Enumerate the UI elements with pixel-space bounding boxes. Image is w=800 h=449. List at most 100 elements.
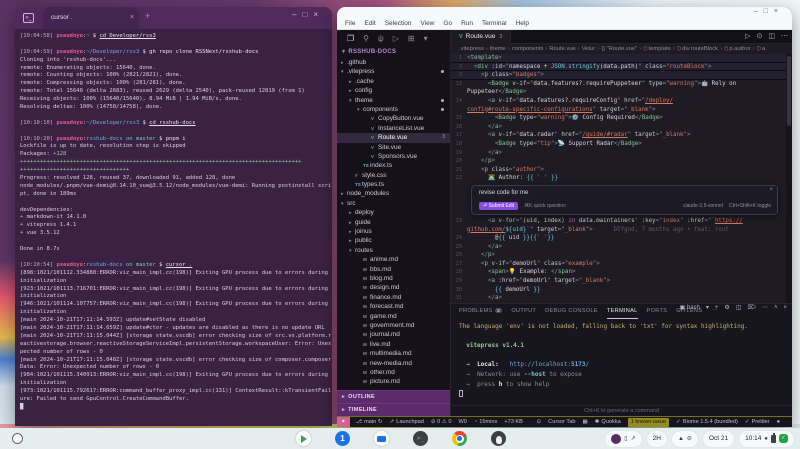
tree-item-copybutton.vue[interactable]: VCopyButton.vue <box>337 114 450 123</box>
breadcrumb-item[interactable]: theme <box>490 46 506 52</box>
tree-item-bbs.md[interactable]: Mbbs.md <box>337 265 450 274</box>
menu-run[interactable]: Run <box>461 20 473 27</box>
breadcrumb-item[interactable]: components <box>512 46 544 52</box>
code-editor[interactable]: 1<template>2 <div :id="namespace + JSON.… <box>451 54 792 303</box>
tree-item-style.css[interactable]: #style.css <box>337 171 450 180</box>
tree-item-journal.md[interactable]: Mjournal.md <box>337 330 450 339</box>
1password-icon[interactable]: 1 <box>335 431 350 446</box>
maximize-button[interactable]: □ <box>302 10 313 19</box>
more-actions-icon[interactable]: ⋯ <box>781 33 788 40</box>
tree-item-routes[interactable]: ▾routes <box>337 246 450 255</box>
explorer-icon[interactable]: ❐ <box>347 34 354 43</box>
wakatime-item[interactable]: ◔15mins <box>474 419 497 425</box>
vscode-window-controls[interactable]: –□× <box>754 8 784 15</box>
integrated-terminal[interactable]: The language 'env' is not loaded, fallin… <box>459 322 784 404</box>
model-selector[interactable]: claude-3.5-sonnet <box>683 203 723 209</box>
w0-item[interactable]: W0 <box>458 419 466 425</box>
tree-item-.cache[interactable]: ▸.cache <box>337 77 450 86</box>
tree-item-deploy[interactable]: ▸deploy <box>337 208 450 217</box>
panel-tab-debug-console[interactable]: DEBUG CONSOLE <box>545 305 598 318</box>
maximize-panel-icon[interactable]: ˄ <box>774 305 778 311</box>
linux-penguin-icon[interactable] <box>491 431 506 446</box>
breadcrumb-item[interactable]: .vitepress <box>459 46 484 52</box>
minimize-button[interactable]: – <box>754 8 764 15</box>
capture-dnd-pill[interactable]: ▲ ⊘ <box>672 431 698 447</box>
gear-icon[interactable]: ⚙ <box>724 305 729 311</box>
launcher-button[interactable] <box>12 433 23 444</box>
phone-hub-pill[interactable]: ▯ ↗ <box>605 431 641 447</box>
breadcrumb-item[interactable]: Vetur <box>582 46 596 52</box>
size-item[interactable]: +73 KB <box>504 419 523 425</box>
mic-icon[interactable]: ⊙ <box>536 419 541 425</box>
tree-item-new-media.md[interactable]: Mnew-media.md <box>337 359 450 368</box>
tree-item-anime.md[interactable]: Manime.md <box>337 255 450 264</box>
biome-item[interactable]: ✓Biome 1.5.4 (bundled) <box>676 419 738 425</box>
menu-selection[interactable]: Selection <box>385 20 412 27</box>
tree-item-index.ts[interactable]: TSindex.ts <box>337 161 450 170</box>
shell-dropdown-icon[interactable]: ▾ <box>706 305 709 311</box>
search-icon[interactable]: ⚲ <box>363 34 369 43</box>
tree-item-finance.md[interactable]: Mfinance.md <box>337 293 450 302</box>
breadcrumb-item[interactable]: p.author <box>729 46 750 52</box>
tree-item-.vitepress[interactable]: ▾.vitepress <box>337 67 450 76</box>
tree-item-site.vue[interactable]: VSite.vue <box>337 143 450 152</box>
kill-terminal-icon[interactable]: ⌦ <box>747 305 755 311</box>
quick-question-label[interactable]: ⌘K quick question <box>524 203 566 209</box>
date-pill[interactable]: Oct 21 <box>703 431 734 447</box>
breadcrumb-item[interactable]: a <box>762 46 765 52</box>
terminal-output[interactable]: [10:04:58] pseudoyu:~ $ cd Developer/rss… <box>15 29 332 426</box>
grid-icon[interactable]: ▦ <box>582 419 587 425</box>
panel-tab-output[interactable]: OUTPUT <box>511 305 536 318</box>
extensions-icon[interactable]: ⊞ <box>408 34 415 43</box>
breadcrumb-item[interactable]: Route.vue <box>549 46 575 52</box>
terminal-titlebar[interactable]: >_ cursor . × + –□× <box>15 7 332 29</box>
run-button[interactable]: ▷ <box>745 33 750 40</box>
breadcrumb-item[interactable]: template <box>649 46 671 52</box>
status-area-pill[interactable]: 10:14 ● ✓ <box>739 431 794 447</box>
maximize-button[interactable]: □ <box>764 8 774 15</box>
tree-item-sponsors.vue[interactable]: VSponsors.vue <box>337 152 450 161</box>
terminal-app-icon[interactable]: >_ <box>413 431 428 446</box>
tree-item-src[interactable]: ▾src <box>337 199 450 208</box>
outline-section[interactable]: ▸OUTLINE <box>337 390 450 403</box>
launchpad-item[interactable]: ↗Launchpad <box>390 419 424 425</box>
more-icon[interactable]: ⋯ <box>762 305 768 311</box>
known-issue-item[interactable]: 1 known issue <box>628 418 669 427</box>
shell-select[interactable]: ▣ bash <box>680 305 700 311</box>
quokka-item[interactable]: ✱Quokka <box>595 419 621 425</box>
prettier-item[interactable]: ✓Prettier <box>745 419 770 425</box>
play-store-icon[interactable] <box>296 431 311 446</box>
menu-go[interactable]: Go <box>443 20 452 27</box>
terminal-new-tab-button[interactable]: + <box>145 11 150 21</box>
tree-item-node_modules[interactable]: ▸node_modules <box>337 189 450 198</box>
split-editor-icon[interactable]: ◫ <box>768 33 775 40</box>
breadcrumb[interactable]: .vitepress›theme›components›Route.vue›Ve… <box>451 44 792 54</box>
minimize-button[interactable]: – <box>292 10 302 19</box>
menu-file[interactable]: File <box>345 20 355 27</box>
tree-item-instancelist.vue[interactable]: VInstanceList.vue <box>337 124 450 133</box>
close-icon[interactable]: × <box>769 187 773 193</box>
tree-item-.github[interactable]: ▸.github <box>337 58 450 67</box>
terminal-tab[interactable]: cursor . × <box>43 7 139 29</box>
explorer-header[interactable]: ▾RSSHUB-DOCS <box>337 46 450 58</box>
menu-terminal[interactable]: Terminal <box>482 20 507 27</box>
timeline-section[interactable]: ▸TIMELINE <box>337 403 450 416</box>
remote-indicator[interactable]: ✦ <box>337 417 350 428</box>
tree-item-types.ts[interactable]: TStypes.ts <box>337 180 450 189</box>
breadcrumb-item[interactable]: {} "Route.vue" <box>601 46 637 52</box>
vscode-frame-bar[interactable]: –□× <box>337 7 792 17</box>
files-app-icon[interactable] <box>374 431 389 446</box>
ai-prompt-input[interactable]: revise code for me <box>479 190 528 196</box>
menu-edit[interactable]: Edit <box>364 20 375 27</box>
tab-route-vue[interactable]: VRoute.vue3 <box>451 30 511 44</box>
bell-icon[interactable]: ● <box>777 419 780 425</box>
tree-item-blog.md[interactable]: Mblog.md <box>337 274 450 283</box>
tree-item-joinus[interactable]: ▸joinus <box>337 227 450 236</box>
tree-item-picture.md[interactable]: Mpicture.md <box>337 377 450 386</box>
tree-item-government.md[interactable]: Mgovernment.md <box>337 321 450 330</box>
tree-item-components[interactable]: ▾components <box>337 105 450 114</box>
panel-tab-ports[interactable]: PORTS <box>647 305 668 318</box>
new-terminal-icon[interactable]: + <box>715 305 719 311</box>
tree-item-forecast.md[interactable]: Mforecast.md <box>337 302 450 311</box>
tree-item-other.md[interactable]: Mother.md <box>337 368 450 377</box>
